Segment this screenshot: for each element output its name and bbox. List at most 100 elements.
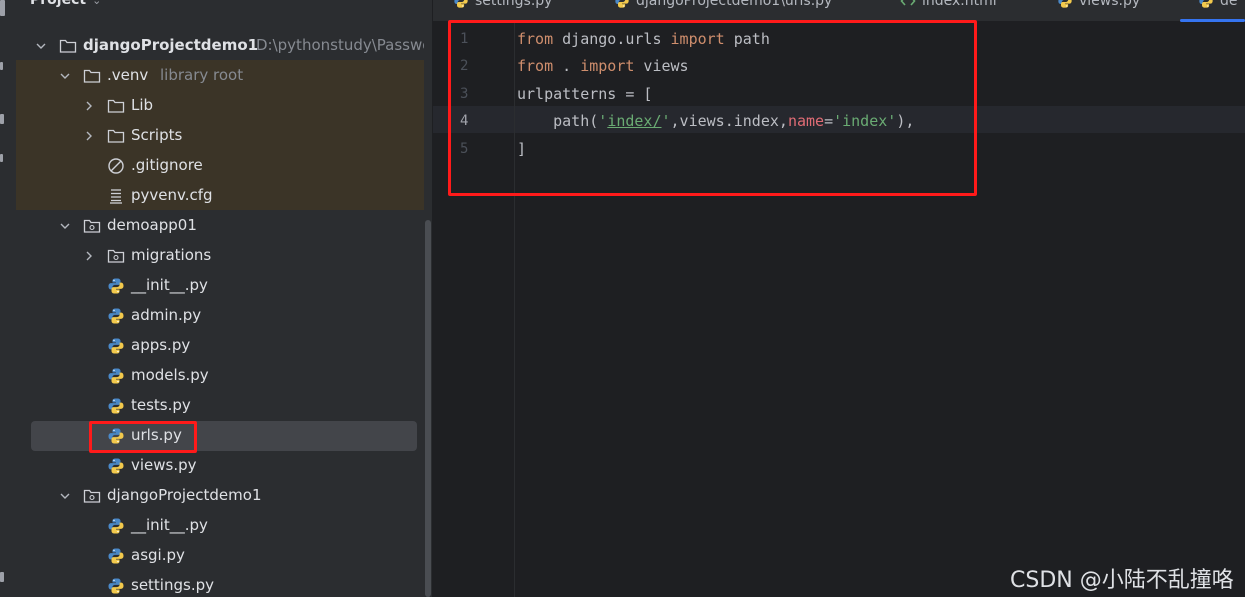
code-line[interactable]: 4 path('index/',views.index,name='index'…	[433, 108, 1245, 135]
tree-item-label: Lib	[131, 96, 154, 114]
line-number: 1	[460, 30, 469, 47]
python-file-icon	[107, 307, 125, 325]
tree-item-label: demoapp01	[107, 216, 197, 234]
tree-item-label: tests.py	[131, 396, 191, 414]
code-token: path(	[517, 112, 599, 130]
code-token: urlpatterns = [	[517, 84, 653, 103]
tree-item[interactable]: views.py	[16, 451, 432, 481]
project-panel-title[interactable]: Project ⌄	[30, 0, 101, 12]
chevron-down-icon[interactable]	[35, 40, 47, 52]
project-panel: Project ⌄ djangoProjectdemo1 D:\pythonstud…	[16, 0, 432, 597]
chevron-down-icon[interactable]	[59, 220, 71, 232]
code-token: index/	[607, 112, 662, 130]
tool-window-strip	[0, 0, 16, 597]
strip-icon[interactable]	[0, 572, 4, 582]
tree-item[interactable]: settings.py	[16, 571, 432, 597]
chevron-right-icon[interactable]	[83, 130, 95, 142]
scrollbar-thumb[interactable]	[425, 220, 431, 597]
editor-tab-label: index.html	[922, 0, 997, 9]
strip-structure-icon[interactable]	[0, 114, 4, 124]
code-text: ]	[517, 140, 526, 158]
code-line[interactable]: 5]	[433, 135, 1245, 162]
folder-icon	[59, 37, 77, 55]
editor-tab[interactable]: views.py	[1057, 0, 1140, 13]
tree-item[interactable]: pyvenv.cfg	[16, 181, 432, 211]
editor-tabs: settings.py djangoProjectdemo1\urls.py ind…	[433, 0, 1245, 22]
tree-item[interactable]: urls.py	[16, 421, 432, 451]
line-number: 4	[460, 113, 469, 129]
line-number: 3	[460, 85, 469, 102]
line-number: 2	[460, 58, 469, 74]
package-folder-icon	[107, 247, 125, 265]
python-file-icon	[107, 517, 125, 535]
code-token: ,views.index,	[670, 112, 788, 130]
tree-item[interactable]: apps.py	[16, 331, 432, 361]
code-line[interactable]: 2 from . import views	[433, 53, 1245, 80]
tree-item-label: __init__.py	[131, 516, 208, 534]
strip-icon[interactable]	[0, 154, 3, 162]
tree-item[interactable]: djangoProjectdemo1	[16, 481, 432, 511]
strip-project-icon[interactable]	[0, 0, 5, 16]
tree-item[interactable]: .gitignore	[16, 151, 432, 181]
tree-item-label: .gitignore	[131, 156, 203, 174]
code-token: '	[598, 112, 608, 130]
editor-tab[interactable]: djangoProjectdemo1\urls.py	[614, 0, 832, 13]
tree-item[interactable]: Scripts	[16, 121, 432, 151]
chevron-down-icon[interactable]	[59, 70, 71, 82]
tree-item-label: migrations	[131, 246, 212, 264]
folder-icon	[107, 127, 125, 145]
code-token: import	[580, 57, 635, 75]
editor-tab[interactable]: de	[1198, 0, 1238, 13]
tree-item[interactable]: .venv library root	[16, 61, 432, 91]
tree-item[interactable]: __init__.py	[16, 511, 432, 541]
chevron-right-icon[interactable]	[83, 100, 95, 112]
tree-item-label: pyvenv.cfg	[131, 186, 213, 204]
editor-tab[interactable]: index.html	[900, 0, 997, 13]
editor-tab-label: settings.py	[475, 0, 553, 9]
package-folder-icon	[83, 487, 101, 505]
code-token: =	[824, 112, 834, 130]
editor-tab-label: djangoProjectdemo1\urls.py	[636, 0, 833, 9]
tree-item[interactable]: demoapp01	[16, 211, 432, 241]
code-token: from	[517, 57, 554, 75]
code-text: from django.urls import path	[517, 30, 770, 48]
code-token: views	[634, 57, 689, 75]
code-token: ),	[896, 112, 915, 130]
tree-item[interactable]: migrations	[16, 241, 432, 271]
editor-tab[interactable]: settings.py	[453, 0, 552, 13]
python-file-icon	[107, 397, 125, 415]
python-file-icon	[107, 367, 125, 385]
tree-item[interactable]: tests.py	[16, 391, 432, 421]
python-file-icon	[107, 277, 125, 295]
tree-item[interactable]: admin.py	[16, 301, 432, 331]
tree-item[interactable]: asgi.py	[16, 541, 432, 571]
python-file-icon	[453, 0, 469, 9]
code-token: import	[670, 29, 725, 48]
tree-item-label: __init__.py	[131, 276, 208, 294]
code-line[interactable]: 3 urlpatterns = [	[433, 80, 1245, 107]
chevron-right-icon[interactable]	[83, 250, 95, 262]
chevron-down-icon[interactable]	[59, 490, 71, 502]
code-text: path('index/',views.index,name='index'),	[517, 112, 914, 130]
html-file-icon	[900, 0, 916, 9]
active-tab-indicator	[1180, 19, 1245, 22]
strip-icon[interactable]	[0, 62, 3, 70]
editor-tab-label: views.py	[1079, 0, 1141, 9]
code-line[interactable]: 1 from django.urls import path	[433, 25, 1245, 52]
python-file-icon	[107, 427, 125, 445]
tree-item[interactable]: __init__.py	[16, 271, 432, 301]
tree-item-label: settings.py	[131, 576, 214, 594]
tree-item-label: urls.py	[131, 426, 182, 444]
tree-item[interactable]: djangoProjectdemo1 D:\pythonstudy\Passwor…	[16, 31, 432, 61]
code-token: ]	[517, 139, 527, 158]
code-token: from	[517, 29, 554, 48]
tree-item[interactable]: Lib	[16, 91, 432, 121]
python-file-icon	[107, 547, 125, 565]
selection-highlight	[31, 421, 417, 451]
python-file-icon	[107, 457, 125, 475]
code-token: path	[724, 29, 770, 48]
tree-item-label: Scripts	[131, 126, 183, 144]
chevron-down-icon[interactable]: ⌄	[92, 0, 101, 7]
code-token: django.urls	[553, 29, 671, 48]
tree-item[interactable]: models.py	[16, 361, 432, 391]
